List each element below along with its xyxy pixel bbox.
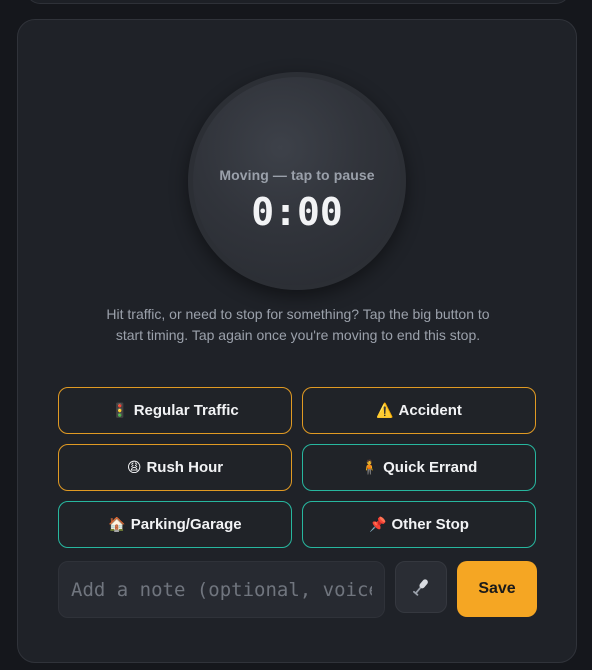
- category-parking-garage-button[interactable]: 🏠 Parking/Garage: [58, 501, 292, 548]
- warning-icon: ⚠️: [376, 402, 394, 419]
- microphone-icon: [413, 579, 428, 596]
- walking-person-icon: 🧍: [360, 459, 379, 476]
- timer-display: 0:00: [251, 190, 343, 234]
- category-label: Regular Traffic: [133, 402, 239, 419]
- category-label: Parking/Garage: [130, 516, 242, 533]
- category-label: Accident: [398, 402, 462, 419]
- category-label: Rush Hour: [146, 459, 224, 476]
- building-icon: 🏠: [108, 516, 126, 533]
- traffic-light-icon: 🚦: [111, 402, 129, 419]
- category-label: Quick Errand: [383, 459, 478, 476]
- category-accident-button[interactable]: ⚠️ Accident: [302, 387, 536, 434]
- instructions-text: Hit traffic, or need to stop for somethi…: [106, 306, 490, 343]
- person-icon: 😩: [126, 459, 142, 476]
- timer-status: Moving — tap to pause: [219, 167, 375, 183]
- previous-card-edge: [26, 0, 570, 4]
- pushpin-icon: 📌: [369, 516, 387, 533]
- category-other-stop-button[interactable]: 📌 Other Stop: [302, 501, 536, 548]
- category-quick-errand-button[interactable]: 🧍 Quick Errand: [302, 444, 536, 491]
- save-button[interactable]: Save: [457, 561, 537, 617]
- timer-button[interactable]: Moving — tap to pause 0:00: [188, 72, 406, 290]
- stop-timer-card: Moving — tap to pause 0:00 Hit traffic, …: [17, 19, 577, 663]
- category-rush-hour-button[interactable]: 😩 Rush Hour: [58, 444, 292, 491]
- category-regular-traffic-button[interactable]: 🚦 Regular Traffic: [58, 387, 292, 434]
- voice-input-button[interactable]: [395, 561, 447, 613]
- note-input[interactable]: [58, 561, 385, 618]
- category-label: Other Stop: [391, 516, 469, 533]
